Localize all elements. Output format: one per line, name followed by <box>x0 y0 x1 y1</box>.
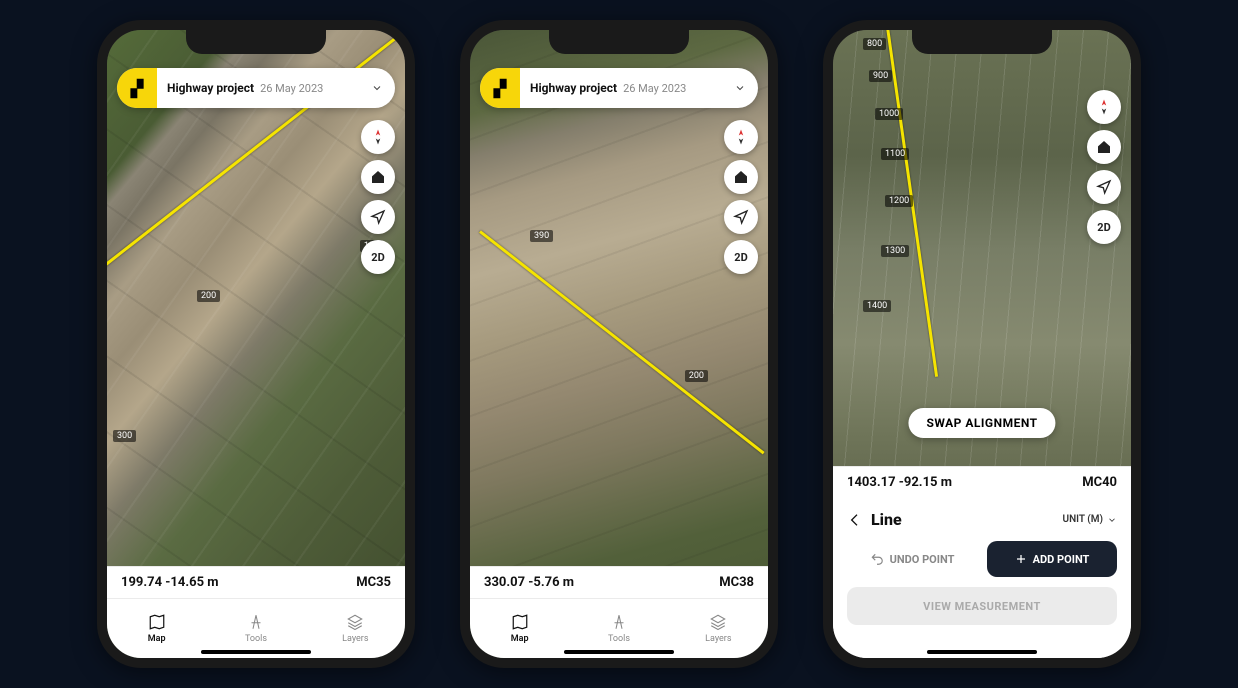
home-indicator <box>564 650 674 654</box>
swap-alignment-button[interactable]: SWAP ALIGNMENT <box>908 408 1055 438</box>
view-measurement-button[interactable]: VIEW MEASUREMENT <box>847 587 1117 625</box>
screen: 800 900 1000 1100 1200 1300 1400 2D SWAP… <box>833 30 1131 658</box>
tick-label: 1100 <box>881 148 909 160</box>
navigate-icon <box>1096 179 1112 195</box>
map-canvas[interactable] <box>470 30 768 658</box>
map-canvas[interactable] <box>107 30 405 658</box>
compass-button[interactable] <box>361 120 395 154</box>
phone-mockup-3: 800 900 1000 1100 1200 1300 1400 2D SWAP… <box>823 20 1141 668</box>
project-date: 26 May 2023 <box>623 82 734 95</box>
tick-label: 200 <box>685 370 708 382</box>
unit-selector[interactable]: UNIT (M) <box>1063 514 1118 525</box>
compass-icon <box>1095 98 1113 116</box>
compass-icon <box>732 128 750 146</box>
screen: 100 200 300 ▞ Highway project 26 May 202… <box>107 30 405 658</box>
home-icon <box>733 169 749 185</box>
mode-2d-button[interactable]: 2D <box>724 240 758 274</box>
mode-2d-button[interactable]: 2D <box>361 240 395 274</box>
home-button[interactable] <box>724 160 758 194</box>
tick-label: 900 <box>869 70 892 82</box>
chevron-down-icon <box>1107 515 1117 525</box>
app-logo: ▞ <box>480 68 520 108</box>
chevron-down-icon <box>371 82 383 94</box>
layers-icon <box>346 613 364 631</box>
project-date: 26 May 2023 <box>260 82 371 95</box>
phone-mockup-1: 100 200 300 ▞ Highway project 26 May 202… <box>97 20 415 668</box>
navigate-icon <box>370 209 386 225</box>
status-bar <box>470 36 768 60</box>
home-icon <box>370 169 386 185</box>
coordinate-bar: 199.74 -14.65 m MC35 <box>107 566 405 598</box>
mode-2d-button[interactable]: 2D <box>1087 210 1121 244</box>
undo-icon <box>870 552 884 566</box>
undo-point-button[interactable]: UNDO POINT <box>847 541 977 577</box>
chainage-id: MC40 <box>1082 475 1117 490</box>
nav-layers[interactable]: Layers <box>669 599 768 658</box>
chevron-down-icon <box>734 82 746 94</box>
coordinate-value: 330.07 -5.76 m <box>484 575 574 590</box>
app-logo: ▞ <box>117 68 157 108</box>
home-icon <box>1096 139 1112 155</box>
tick-label: 1000 <box>875 108 903 120</box>
chainage-id: MC38 <box>719 575 754 590</box>
project-selector[interactable]: ▞ Highway project 26 May 2023 <box>117 68 395 108</box>
project-name: Highway project <box>167 81 254 95</box>
coordinate-bar: 1403.17 -92.15 m MC40 <box>833 466 1131 498</box>
locate-button[interactable] <box>724 200 758 234</box>
bottom-nav: Map Tools Layers <box>107 598 405 658</box>
home-button[interactable] <box>1087 130 1121 164</box>
chainage-id: MC35 <box>356 575 391 590</box>
home-indicator <box>201 650 311 654</box>
add-point-button[interactable]: ADD POINT <box>987 541 1117 577</box>
tick-label: 200 <box>197 290 220 302</box>
nav-map[interactable]: Map <box>107 599 206 658</box>
project-selector[interactable]: ▞ Highway project 26 May 2023 <box>480 68 758 108</box>
tick-label: 1200 <box>885 195 913 207</box>
locate-button[interactable] <box>1087 170 1121 204</box>
tick-label: 390 <box>530 230 553 242</box>
coordinate-value: 1403.17 -92.15 m <box>847 475 952 490</box>
tick-label: 1400 <box>863 300 891 312</box>
coordinate-bar: 330.07 -5.76 m MC38 <box>470 566 768 598</box>
phone-mockup-2: 200 390 ▞ Highway project 26 May 2023 2D… <box>460 20 778 668</box>
nav-layers[interactable]: Layers <box>306 599 405 658</box>
panel-title: Line <box>871 510 902 529</box>
compass-icon <box>369 128 387 146</box>
compass-button[interactable] <box>724 120 758 154</box>
home-button[interactable] <box>361 160 395 194</box>
status-bar <box>107 36 405 60</box>
map-icon <box>148 613 166 631</box>
status-bar <box>833 36 1131 60</box>
navigate-icon <box>733 209 749 225</box>
project-name: Highway project <box>530 81 617 95</box>
tools-icon <box>247 613 265 631</box>
compass-button[interactable] <box>1087 90 1121 124</box>
bottom-nav: Map Tools Layers <box>470 598 768 658</box>
nav-map[interactable]: Map <box>470 599 569 658</box>
back-arrow-icon[interactable] <box>847 512 863 528</box>
locate-button[interactable] <box>361 200 395 234</box>
coordinate-value: 199.74 -14.65 m <box>121 575 219 590</box>
tick-label: 300 <box>113 430 136 442</box>
screen: 200 390 ▞ Highway project 26 May 2023 2D… <box>470 30 768 658</box>
measurement-panel: Line UNIT (M) UNDO POINT ADD POINT VIE <box>833 498 1131 658</box>
tools-icon <box>610 613 628 631</box>
plus-icon <box>1015 553 1027 565</box>
map-icon <box>511 613 529 631</box>
tick-label: 1300 <box>881 245 909 257</box>
layers-icon <box>709 613 727 631</box>
home-indicator <box>927 650 1037 654</box>
